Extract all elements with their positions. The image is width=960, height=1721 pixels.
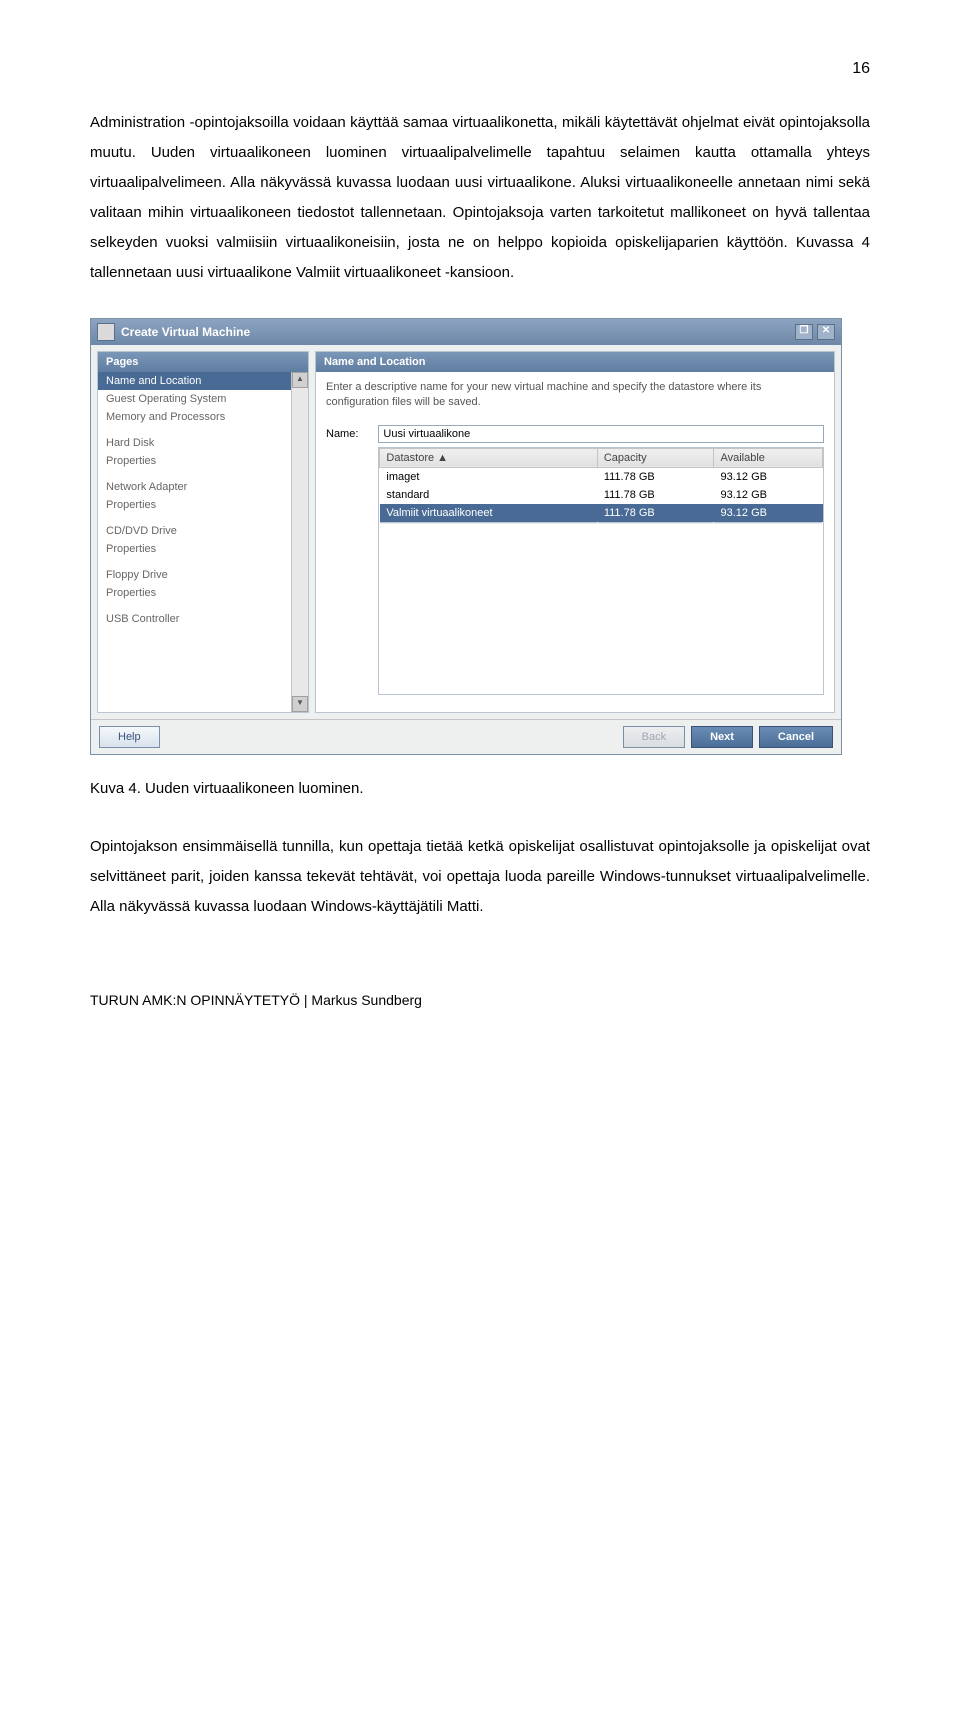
table-row[interactable]: Valmiit virtuaalikoneet 111.78 GB 93.12 … [380, 504, 823, 523]
cell: 93.12 GB [714, 504, 823, 523]
cell: 93.12 GB [714, 467, 823, 486]
paragraph-2: Opintojakson ensimmäisellä tunnilla, kun… [90, 832, 870, 922]
cell: 111.78 GB [597, 504, 714, 523]
pages-item-memory[interactable]: Memory and Processors [98, 408, 291, 426]
pages-item-usb[interactable]: USB Controller [98, 610, 291, 628]
window-icon [97, 323, 115, 341]
cell: standard [380, 486, 597, 504]
scroll-down-icon[interactable]: ▼ [292, 696, 308, 712]
cancel-button[interactable]: Cancel [759, 726, 833, 748]
paragraph-1: Administration -opintojaksoilla voidaan … [90, 108, 870, 288]
table-empty-area [379, 523, 823, 694]
next-button[interactable]: Next [691, 726, 753, 748]
cell: 111.78 GB [597, 486, 714, 504]
pages-item-cddvd[interactable]: CD/DVD Drive [98, 522, 291, 540]
col-available[interactable]: Available [714, 448, 823, 467]
pages-item-network[interactable]: Network Adapter [98, 478, 291, 496]
col-datastore[interactable]: Datastore ▲ [380, 448, 597, 467]
restore-icon[interactable]: ❐ [795, 324, 813, 340]
pages-item-name-location[interactable]: Name and Location [98, 372, 291, 390]
col-capacity[interactable]: Capacity [597, 448, 714, 467]
main-header: Name and Location [316, 352, 834, 372]
table-row[interactable]: imaget 111.78 GB 93.12 GB [380, 467, 823, 486]
name-label: Name: [326, 425, 358, 440]
pages-list: Name and Location Guest Operating System… [98, 372, 291, 712]
back-button: Back [623, 726, 685, 748]
cell: Valmiit virtuaalikoneet [380, 504, 597, 523]
pages-panel: Pages Name and Location Guest Operating … [97, 351, 309, 713]
help-button[interactable]: Help [99, 726, 160, 748]
main-panel: Name and Location Enter a descriptive na… [315, 351, 835, 713]
figure-caption: Kuva 4. Uuden virtuaalikoneen luominen. [90, 780, 870, 797]
scroll-up-icon[interactable]: ▲ [292, 372, 308, 388]
footer-text: TURUN AMK:N OPINNÄYTETYÖ | Markus Sundbe… [90, 992, 870, 1008]
create-vm-dialog: Create Virtual Machine ❐ ✕ Pages Name an… [90, 318, 842, 755]
datastore-table: Datastore ▲ Capacity Available imaget [379, 448, 823, 523]
page-number: 16 [90, 60, 870, 78]
pages-header: Pages [98, 352, 308, 372]
cell: 111.78 GB [597, 467, 714, 486]
pages-item-cd-props[interactable]: Properties [98, 540, 291, 558]
pages-item-guest-os[interactable]: Guest Operating System [98, 390, 291, 408]
pages-item-hard-disk[interactable]: Hard Disk [98, 434, 291, 452]
pages-item-net-props[interactable]: Properties [98, 496, 291, 514]
window-title: Create Virtual Machine [121, 325, 250, 339]
titlebar: Create Virtual Machine ❐ ✕ [91, 319, 841, 345]
name-input[interactable] [378, 425, 824, 443]
pages-item-hd-props[interactable]: Properties [98, 452, 291, 470]
pages-scrollbar[interactable]: ▲ ▼ [291, 372, 308, 712]
close-icon[interactable]: ✕ [817, 324, 835, 340]
table-row[interactable]: standard 111.78 GB 93.12 GB [380, 486, 823, 504]
pages-item-fl-props[interactable]: Properties [98, 584, 291, 602]
dialog-footer: Help Back Next Cancel [91, 719, 841, 754]
pages-item-floppy[interactable]: Floppy Drive [98, 566, 291, 584]
cell: imaget [380, 467, 597, 486]
cell: 93.12 GB [714, 486, 823, 504]
description-text: Enter a descriptive name for your new vi… [326, 380, 824, 411]
